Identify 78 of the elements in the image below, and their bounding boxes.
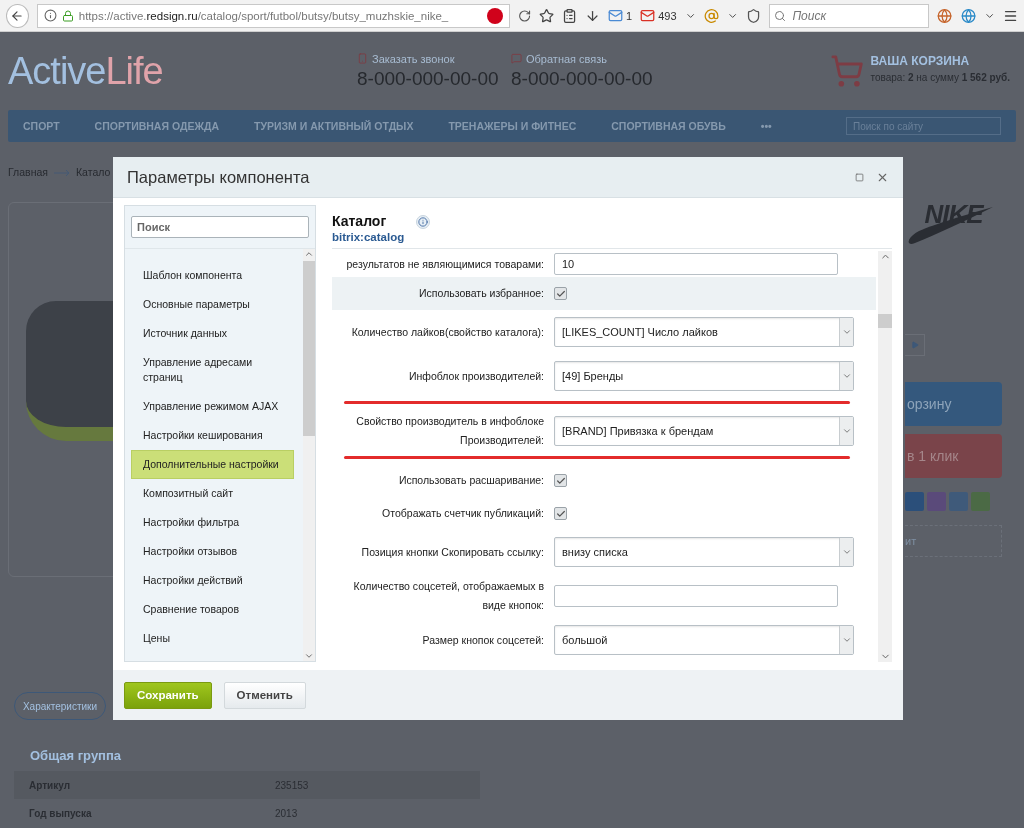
next-button[interactable] (905, 334, 925, 356)
scrollbar-thumb[interactable] (878, 314, 892, 328)
gmail-count: 493 (658, 9, 677, 22)
reader-icon[interactable] (561, 7, 577, 24)
maximize-button[interactable] (855, 172, 864, 182)
param-label: Инфоблок производителей: (408, 368, 544, 384)
param-label: Размер кнопок соцсетей: (421, 632, 544, 648)
select-field[interactable]: внизу списка (554, 537, 854, 567)
chat-icon (511, 53, 522, 64)
checkbox[interactable] (554, 287, 567, 300)
address-bar[interactable]: https://active.redsign.ru/catalog/sport/futbol/butsy/butsy_muzhskie_nike_ (36, 3, 510, 28)
param-label: Свойство производитель в инфоблоке Производителей: (355, 414, 544, 448)
mail-count: 1 (626, 9, 633, 22)
scroll-up-icon[interactable] (304, 249, 314, 259)
cancel-button[interactable]: Отменить (223, 681, 306, 709)
info-icon (43, 9, 57, 22)
dialog-title: Параметры компонента (127, 167, 310, 187)
section-item[interactable]: Управление режимом AJAX (131, 392, 294, 421)
section-item[interactable]: Настройки отзывов (131, 537, 294, 566)
search-field[interactable]: Поиск (131, 216, 309, 238)
input-field[interactable]: 10 (554, 253, 838, 275)
extension-icon[interactable] (486, 7, 503, 24)
component-name: Каталог (332, 213, 388, 229)
caret-icon (841, 635, 852, 645)
input-field[interactable] (554, 585, 838, 607)
arrow-icon (53, 169, 70, 177)
scroll-down-icon[interactable] (304, 651, 314, 661)
phone-number: 8-000-000-00-00 (511, 67, 654, 90)
section-item[interactable]: Настройки действий (131, 566, 294, 595)
gmail-icon[interactable] (640, 8, 656, 23)
select-field[interactable]: [BRAND] Привязка к брендам (554, 416, 854, 446)
back-arrow-icon (10, 8, 25, 23)
param-label: Использовать расшаривание: (397, 473, 544, 488)
section-item[interactable]: Цены (131, 624, 294, 653)
param-label: Позиция кнопки Скопировать ссылку: (360, 544, 544, 560)
globe-icon[interactable] (960, 7, 976, 24)
info-icon[interactable] (416, 215, 431, 229)
bookmark-star-icon[interactable] (538, 7, 554, 24)
search-field[interactable]: Поиск (769, 3, 930, 28)
mail-icon[interactable] (608, 8, 624, 23)
globe-icon[interactable] (937, 7, 953, 24)
section-item[interactable]: Шаблон компонента (131, 261, 294, 290)
reload-icon[interactable] (517, 8, 531, 23)
back-button[interactable] (6, 3, 29, 28)
scrollbar-thumb[interactable] (303, 261, 315, 436)
section-item[interactable]: Дополнительные настройки (131, 450, 294, 479)
caret-icon (841, 371, 852, 381)
section-item[interactable]: Настройки фильтра (131, 508, 294, 537)
section-item[interactable]: Управление адресами страниц (131, 348, 294, 392)
param-label: Количество лайков(свойство каталога): (350, 324, 544, 340)
phone-icon (357, 53, 368, 64)
param-label: Отображать счетчик публикаций: (381, 506, 544, 521)
param-label: Количество соцсетей, отображаемых в виде кнопок: (352, 579, 544, 613)
caret-icon (841, 327, 852, 337)
checkbox[interactable] (554, 507, 567, 520)
spec-group-title: Общая группа (30, 748, 123, 763)
scrollbar[interactable] (878, 251, 892, 662)
phone-number: 8-000-000-00-00 (357, 67, 500, 90)
checkbox[interactable] (554, 474, 567, 487)
select-field[interactable]: [LIKES_COUNT] Число лайков (554, 317, 854, 347)
section-item[interactable]: Композитный сайт (131, 479, 294, 508)
play-icon (910, 341, 919, 349)
component-code: bitrix:catalog (332, 231, 405, 243)
caret-icon (841, 426, 852, 436)
select-field[interactable]: [49] Бренды (554, 361, 854, 391)
select-field[interactable]: большой (554, 625, 854, 655)
url-text: https://active.redsign.ru/catalog/sport/futbol/butsy/butsy_muzhskie_nike_ (78, 9, 450, 22)
section-item[interactable]: Сравнение товаров (131, 595, 294, 624)
scrollbar[interactable] (303, 249, 315, 661)
section-item[interactable]: Источник данных (131, 319, 294, 348)
section-item[interactable]: Основные параметры (131, 290, 294, 319)
section-item[interactable]: Настройки кеширования (131, 421, 294, 450)
param-label: Использовать избранное: (418, 286, 544, 301)
shield-icon[interactable] (746, 7, 762, 24)
param-label: результатов не являющимися товарами: (345, 256, 544, 272)
at-sign-icon[interactable] (703, 7, 719, 24)
caret-icon (841, 547, 852, 557)
lock-icon (61, 9, 74, 22)
